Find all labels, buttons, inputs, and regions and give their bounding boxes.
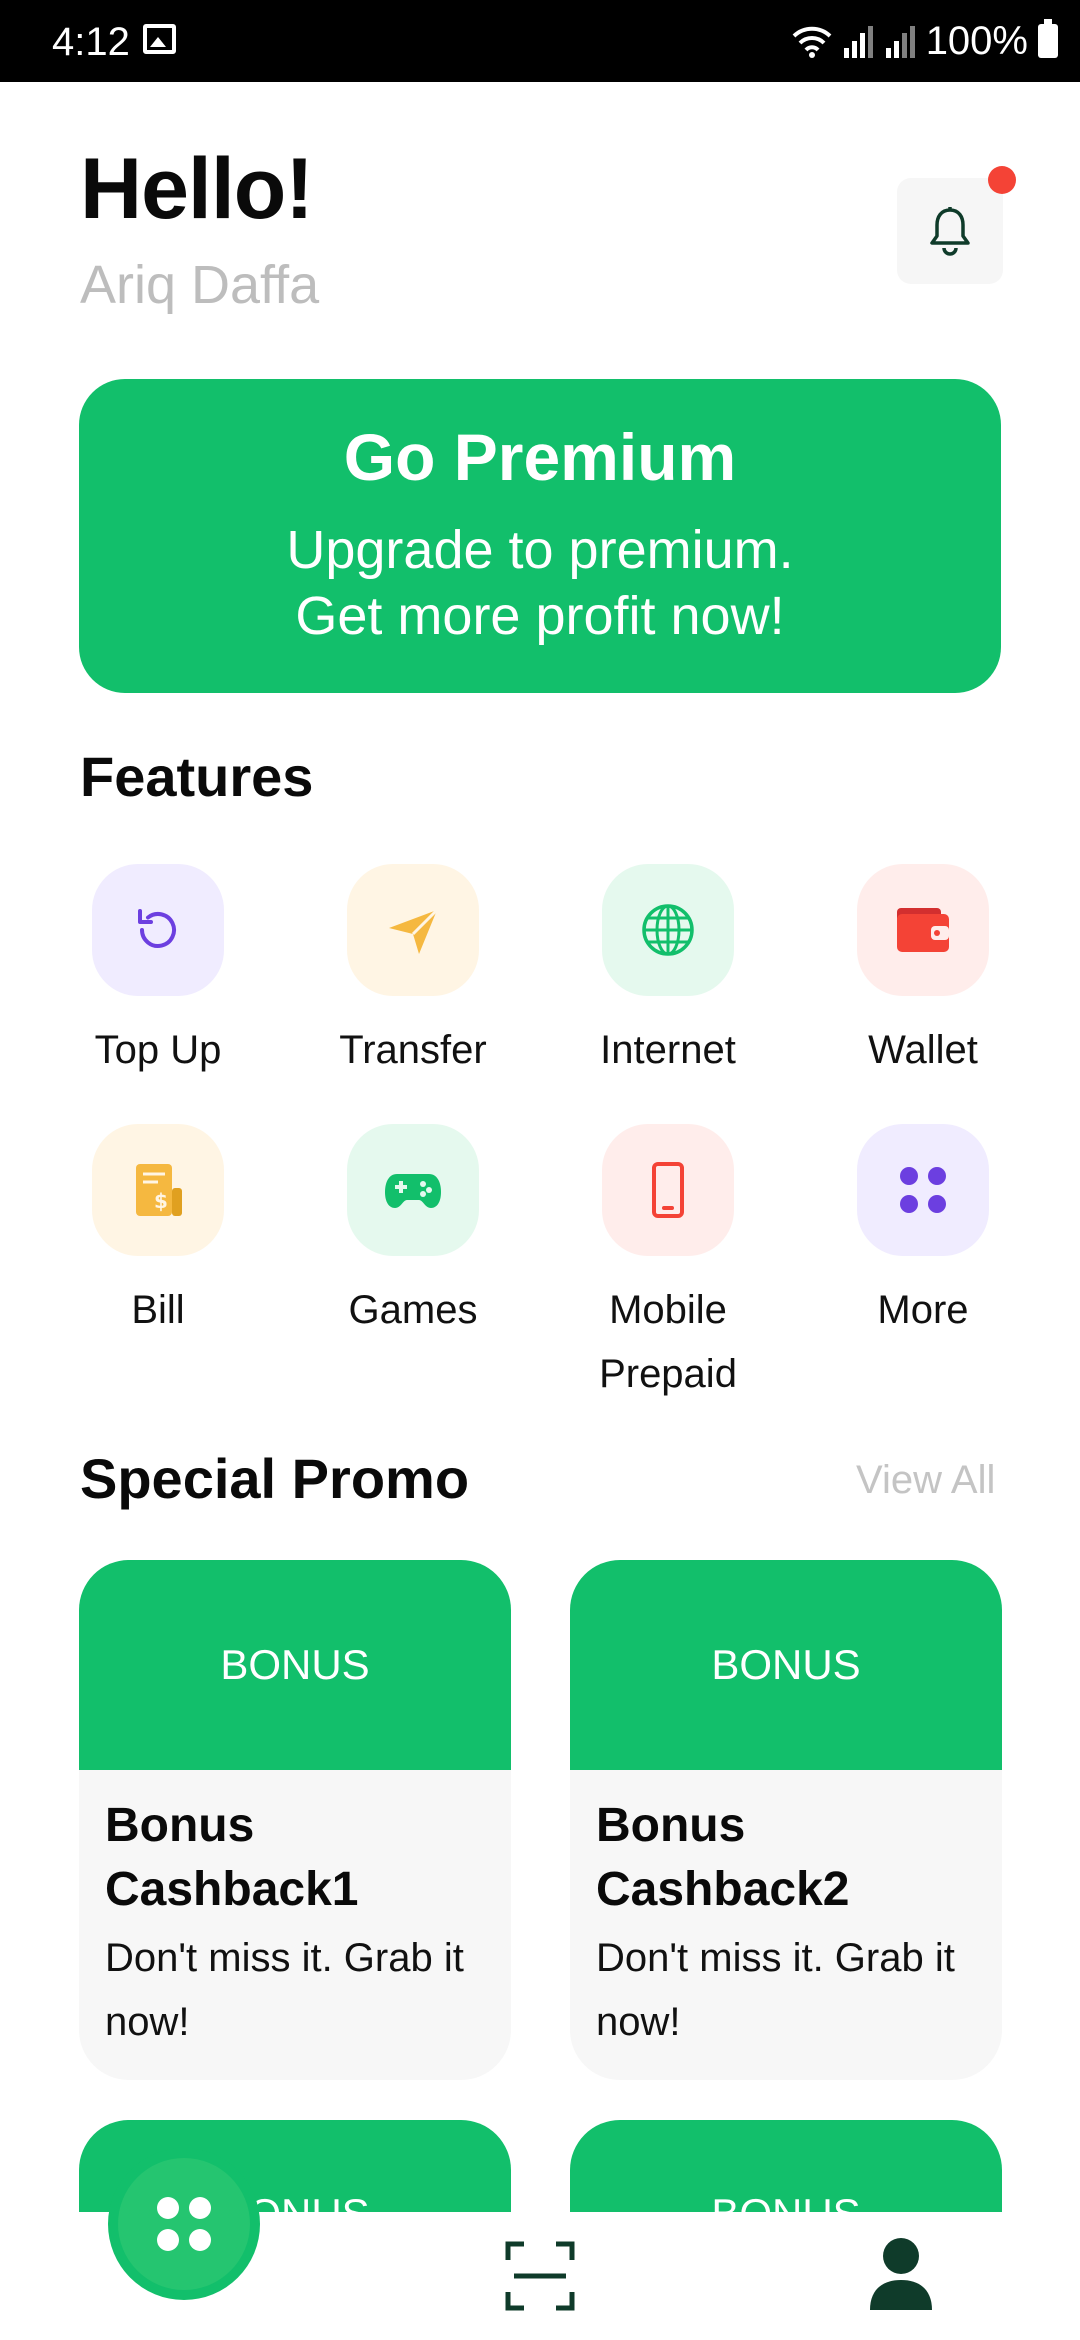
- apps-icon: [157, 2197, 211, 2251]
- notification-badge: [988, 166, 1016, 194]
- feature-icon-bg: [857, 1124, 989, 1256]
- feature-wallet[interactable]: Wallet: [795, 864, 1051, 1082]
- wallet-icon: [897, 908, 949, 952]
- premium-subtitle-line2: Get more profit now!: [295, 586, 785, 646]
- svg-text:$: $: [154, 1189, 168, 1213]
- greeting-title: Hello!: [80, 141, 314, 237]
- feature-mobile-prepaid[interactable]: Mobile Prepaid: [540, 1124, 796, 1406]
- promo-badge: BONUS: [570, 1560, 1002, 1770]
- user-name: Ariq Daffa: [80, 255, 320, 315]
- feature-icon-bg: [602, 1124, 734, 1256]
- grid-icon: [900, 1167, 946, 1213]
- premium-subtitle-line1: Upgrade to premium.: [286, 520, 794, 580]
- phone-icon: [652, 1162, 684, 1218]
- promo-description: Don't miss it. Grab it now!: [105, 1936, 464, 2044]
- promo-title: Bonus Cashback1: [105, 1799, 359, 1916]
- feature-label: Mobile Prepaid: [599, 1288, 737, 1396]
- premium-banner[interactable]: Go Premium Upgrade to premium. Get more …: [79, 379, 1001, 693]
- feature-icon-bg: [857, 864, 989, 996]
- feature-label: Transfer: [339, 1028, 487, 1072]
- scan-button[interactable]: [504, 2240, 576, 2312]
- promo-badge: BONUS: [79, 1560, 511, 1770]
- signal-icon-1: [843, 26, 873, 58]
- feature-icon-bg: $: [92, 1124, 224, 1256]
- refresh-icon: [138, 909, 176, 948]
- promo-card[interactable]: BONUS Bonus Cashback2 Don't miss it. Gra…: [570, 1560, 1002, 2080]
- battery-icon: [1038, 19, 1058, 58]
- profile-button[interactable]: [868, 2236, 934, 2316]
- promo-body: Bonus Cashback2 Don't miss it. Grab it n…: [570, 1770, 1002, 2078]
- signal-icon-2: [885, 26, 915, 58]
- gamepad-icon: [385, 1174, 441, 1208]
- view-all-link[interactable]: View All: [856, 1458, 995, 1503]
- feature-label: Internet: [600, 1028, 736, 1072]
- promo-title: Bonus Cashback2: [596, 1799, 850, 1916]
- feature-icon-bg: [347, 1124, 479, 1256]
- bill-icon: $: [136, 1164, 182, 1216]
- feature-internet[interactable]: Internet: [540, 864, 796, 1082]
- gallery-notification-icon: [143, 24, 176, 54]
- premium-title: Go Premium: [343, 420, 737, 494]
- user-icon: [870, 2238, 932, 2310]
- scan-icon: [505, 2241, 575, 2311]
- status-indicators: 100%: [792, 18, 1058, 64]
- promo-section-title: Special Promo: [80, 1447, 470, 1510]
- feature-label: Bill: [131, 1288, 185, 1332]
- feature-label: More: [877, 1288, 969, 1332]
- feature-label: Top Up: [94, 1028, 222, 1072]
- feature-icon-bg: [347, 864, 479, 996]
- send-icon: [389, 908, 439, 954]
- feature-transfer[interactable]: Transfer: [285, 864, 541, 1082]
- feature-label: Games: [348, 1288, 478, 1332]
- notification-button[interactable]: [897, 178, 1003, 284]
- wifi-icon: [792, 26, 832, 58]
- promo-body: Bonus Cashback1 Don't miss it. Grab it n…: [79, 1770, 511, 2078]
- menu-fab-button[interactable]: [108, 2148, 260, 2300]
- status-time: 4:12: [52, 20, 130, 64]
- bell-icon: [930, 207, 970, 256]
- feature-icon-bg: [92, 864, 224, 996]
- promo-card[interactable]: BONUS Bonus Cashback1 Don't miss it. Gra…: [79, 1560, 511, 2080]
- feature-bill[interactable]: $ Bill: [30, 1124, 286, 1342]
- globe-icon: [642, 904, 694, 956]
- feature-top-up[interactable]: Top Up: [30, 864, 286, 1082]
- status-bar: 4:12 100%: [0, 0, 1080, 82]
- feature-games[interactable]: Games: [285, 1124, 541, 1342]
- fab-inner: [118, 2158, 250, 2290]
- feature-icon-bg: [602, 864, 734, 996]
- feature-more[interactable]: More: [795, 1124, 1051, 1342]
- promo-description: Don't miss it. Grab it now!: [596, 1936, 955, 2044]
- feature-label: Wallet: [868, 1028, 978, 1072]
- features-title: Features: [80, 745, 314, 808]
- battery-percent: 100%: [925, 18, 1028, 63]
